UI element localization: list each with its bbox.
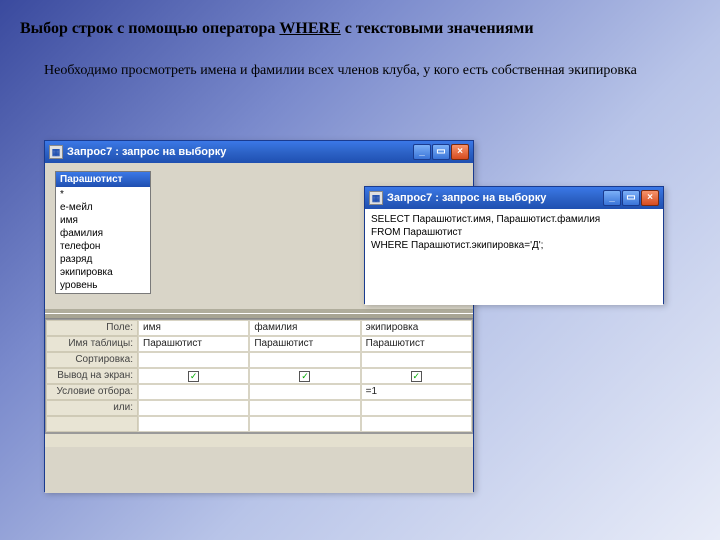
checkbox-icon xyxy=(188,371,199,382)
close-button[interactable]: × xyxy=(641,190,659,206)
sql-line: SELECT Парашютист.имя, Парашютист.фамили… xyxy=(371,213,657,226)
field-item[interactable]: разряд xyxy=(56,253,150,266)
fieldlist-box[interactable]: Парашютист * е-мейл имя фамилия телефон … xyxy=(55,171,151,294)
qbe-cell-field[interactable]: имя xyxy=(138,320,249,336)
qbe-cell-show[interactable] xyxy=(361,368,472,384)
field-item[interactable]: уровень xyxy=(56,279,150,292)
field-item[interactable]: * xyxy=(56,188,150,201)
field-item[interactable]: имя xyxy=(56,214,150,227)
page-title: Выбор строк с помощью оператора WHERE с … xyxy=(0,0,720,38)
qbe-cell-criteria[interactable] xyxy=(138,384,249,400)
row-label-field: Поле: xyxy=(46,320,138,336)
qbe-cell-or[interactable] xyxy=(249,400,360,416)
heading-keyword: WHERE xyxy=(279,20,340,37)
field-item[interactable]: экипировка xyxy=(56,266,150,279)
fieldlist-body: * е-мейл имя фамилия телефон разряд экип… xyxy=(56,187,150,293)
maximize-button[interactable]: ▭ xyxy=(622,190,640,206)
window-buttons: _ ▭ × xyxy=(603,190,659,206)
screenshot-canvas: ▦ Запрос7 : запрос на выборку _ ▭ × Пара… xyxy=(44,140,664,500)
field-item[interactable]: телефон xyxy=(56,240,150,253)
qbe-cell-show[interactable] xyxy=(249,368,360,384)
minimize-button[interactable]: _ xyxy=(603,190,621,206)
close-button[interactable]: × xyxy=(451,144,469,160)
qbe-cell-or[interactable] xyxy=(361,400,472,416)
qbe-cell-field[interactable]: фамилия xyxy=(249,320,360,336)
horizontal-scrollbar[interactable] xyxy=(45,433,473,447)
sql-line: FROM Парашютист xyxy=(371,226,657,239)
window-buttons: _ ▭ × xyxy=(413,144,469,160)
qbe-cell-show[interactable] xyxy=(138,368,249,384)
body-paragraph: Необходимо просмотреть имена и фамилии в… xyxy=(0,38,720,83)
heading-post: с текстовыми значениями xyxy=(341,20,534,37)
qbe-cell-table[interactable]: Парашютист xyxy=(249,336,360,352)
qbe-cell-field[interactable]: экипировка xyxy=(361,320,472,336)
qbe-cell-criteria[interactable]: =1 xyxy=(361,384,472,400)
qbe-cell-criteria[interactable] xyxy=(249,384,360,400)
titlebar[interactable]: ▦ Запрос7 : запрос на выборку _ ▭ × xyxy=(45,141,473,163)
checkbox-icon xyxy=(411,371,422,382)
qbe-cell-sort[interactable] xyxy=(138,352,249,368)
row-label-table: Имя таблицы: xyxy=(46,336,138,352)
window-title: Запрос7 : запрос на выборку xyxy=(67,146,413,158)
row-label-show: Вывод на экран: xyxy=(46,368,138,384)
app-icon: ▦ xyxy=(369,191,383,205)
row-label-blank xyxy=(46,416,138,432)
qbe-cell-table[interactable]: Парашютист xyxy=(138,336,249,352)
fieldlist-title: Парашютист xyxy=(56,172,150,187)
minimize-button[interactable]: _ xyxy=(413,144,431,160)
row-label-sort: Сортировка: xyxy=(46,352,138,368)
field-item[interactable]: фамилия xyxy=(56,227,150,240)
checkbox-icon xyxy=(299,371,310,382)
qbe-cell-sort[interactable] xyxy=(361,352,472,368)
qbe-grid: Поле: имя фамилия экипировка Имя таблицы… xyxy=(45,319,473,433)
field-item[interactable]: е-мейл xyxy=(56,201,150,214)
heading-pre: Выбор строк с помощью оператора xyxy=(20,20,279,37)
app-icon: ▦ xyxy=(49,145,63,159)
titlebar[interactable]: ▦ Запрос7 : запрос на выборку _ ▭ × xyxy=(365,187,663,209)
sql-text-area[interactable]: SELECT Парашютист.имя, Парашютист.фамили… xyxy=(365,209,663,305)
sql-line: WHERE Парашютист.экипировка='Д'; xyxy=(371,239,657,252)
query-sql-window: ▦ Запрос7 : запрос на выборку _ ▭ × SELE… xyxy=(364,186,664,304)
qbe-cell-table[interactable]: Парашютист xyxy=(361,336,472,352)
qbe-cell-blank[interactable] xyxy=(138,416,249,432)
qbe-cell-or[interactable] xyxy=(138,400,249,416)
row-label-criteria: Условие отбора: xyxy=(46,384,138,400)
qbe-cell-blank[interactable] xyxy=(249,416,360,432)
maximize-button[interactable]: ▭ xyxy=(432,144,450,160)
row-label-or: или: xyxy=(46,400,138,416)
qbe-cell-blank[interactable] xyxy=(361,416,472,432)
window-title: Запрос7 : запрос на выборку xyxy=(387,192,603,204)
qbe-cell-sort[interactable] xyxy=(249,352,360,368)
